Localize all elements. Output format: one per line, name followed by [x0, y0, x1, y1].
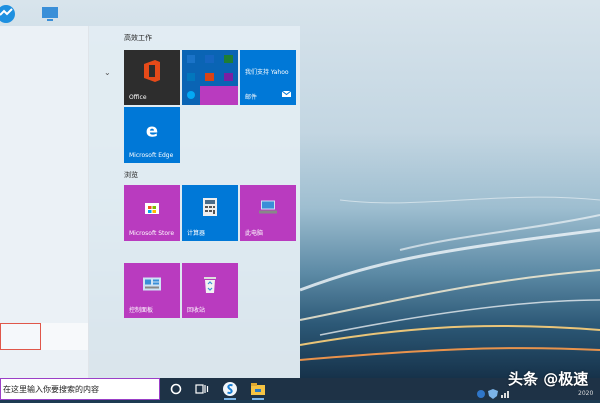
app-list-item[interactable]: [41, 323, 88, 350]
search-placeholder: 在这里输入你要搜索的内容: [3, 385, 99, 394]
recycle-bin-tile[interactable]: 回收站: [182, 263, 238, 318]
mail-tile[interactable]: 我们支持 Yahoo 邮件: [240, 50, 296, 105]
office-tile[interactable]: Office: [124, 50, 180, 105]
security-shield-icon[interactable]: [488, 384, 498, 403]
edge-tile[interactable]: e Microsoft Edge: [124, 107, 180, 163]
people-icon[interactable]: [476, 384, 486, 403]
app-shortcut-icon[interactable]: [0, 4, 16, 24]
monitor-icon[interactable]: [40, 4, 60, 24]
envelope-icon: [281, 82, 292, 101]
task-view-icon[interactable]: [194, 381, 210, 397]
this-pc-tile-label: 此电脑: [245, 230, 264, 237]
edge-icon: e: [145, 120, 159, 142]
control-panel-tile-label: 控制面板: [129, 307, 154, 314]
watermark-text: 头条 @极速: [508, 370, 589, 388]
file-explorer-icon[interactable]: [250, 381, 266, 400]
app-list-pane: [0, 26, 89, 378]
store-tile[interactable]: Microsoft Store: [124, 185, 180, 241]
group-label-productivity[interactable]: 高效工作: [124, 33, 152, 43]
calculator-tile[interactable]: 计算器: [182, 185, 238, 241]
store-tile-label: Microsoft Store: [129, 230, 175, 237]
control-panel-tile[interactable]: 控制面板: [124, 263, 180, 318]
control-panel-icon: [143, 277, 161, 296]
computer-icon: [259, 199, 277, 218]
selected-app-item[interactable]: [0, 323, 41, 350]
mail-tile-label: 邮件: [245, 94, 258, 101]
cortana-icon[interactable]: [168, 381, 184, 397]
recycle-bin-tile-label: 回收站: [187, 307, 206, 314]
office-icon: [142, 60, 162, 86]
mail-tile-caption: 我们支持 Yahoo: [245, 69, 289, 76]
store-icon: [144, 199, 160, 219]
this-pc-tile[interactable]: 此电脑: [240, 185, 296, 241]
clock-year[interactable]: 2020: [578, 390, 593, 397]
office-apps-icon: [182, 50, 238, 105]
browser-app-icon[interactable]: [222, 381, 238, 400]
calculator-icon: [203, 197, 217, 220]
chevron-down-icon[interactable]: ⌄: [104, 68, 111, 77]
recycle-bin-icon: [203, 275, 217, 297]
taskbar-search-box[interactable]: 在这里输入你要搜索的内容: [0, 378, 160, 400]
calculator-tile-label: 计算器: [187, 230, 206, 237]
edge-tile-label: Microsoft Edge: [129, 152, 174, 159]
start-menu: ⌄ 高效工作 浏览 Office 我们支持 Yahoo 邮件 e Microso…: [0, 26, 300, 378]
group-label-browse[interactable]: 浏览: [124, 170, 138, 180]
office-tile-label: Office: [129, 94, 147, 101]
office-apps-tile[interactable]: [182, 50, 238, 105]
